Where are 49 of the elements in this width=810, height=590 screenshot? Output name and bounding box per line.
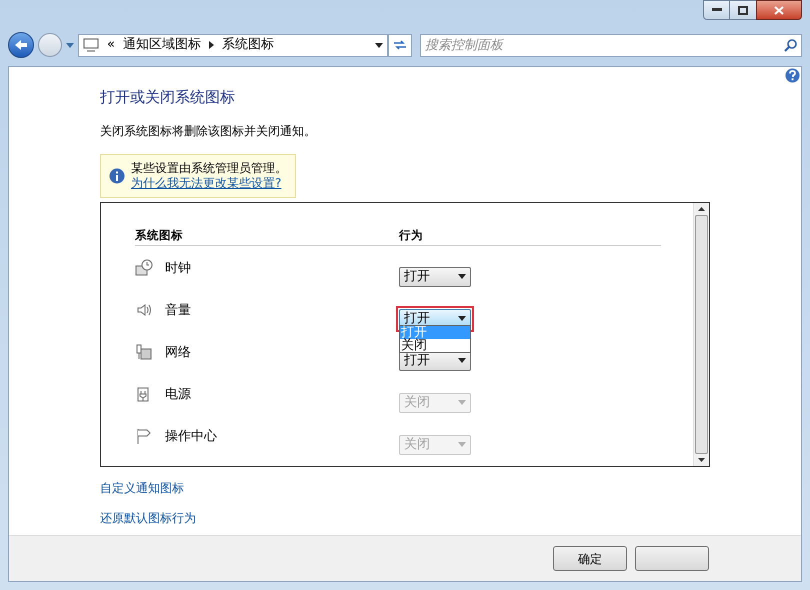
page-heading: 打开或关闭系统图标 <box>100 87 236 108</box>
dropdown-arrow-icon <box>458 358 466 364</box>
icon-name: 时钟 <box>165 260 192 278</box>
dropdown-arrow-icon <box>458 442 466 448</box>
back-button[interactable] <box>8 32 34 58</box>
icon-name: 音量 <box>165 302 192 320</box>
address-bar[interactable]: « 通知区域图标 系统图标 <box>78 34 388 56</box>
network-icon <box>135 342 153 361</box>
notice-link[interactable]: 为什么我无法更改某些设置? <box>131 176 287 190</box>
help-icon[interactable] <box>785 68 800 83</box>
close-button[interactable] <box>756 0 802 20</box>
search-icon <box>784 38 797 52</box>
column-header: 系统图标 <box>135 226 184 244</box>
minimize-icon <box>712 8 722 12</box>
refresh-icon <box>393 39 407 51</box>
clock-icon <box>135 258 153 277</box>
minimize-button[interactable] <box>703 0 730 20</box>
notice-text: 某些设置由系统管理员管理。 <box>131 160 287 176</box>
flag-icon <box>135 426 153 445</box>
icon-name: 操作中心 <box>165 428 218 446</box>
icon-name: 电源 <box>165 386 192 404</box>
settings-link[interactable]: 自定义通知图标 <box>100 478 184 496</box>
scroll-up-icon[interactable] <box>698 206 705 210</box>
history-caret-icon <box>66 42 74 48</box>
icon-name: 网络 <box>165 344 192 362</box>
refresh-button[interactable] <box>388 34 412 56</box>
maximize-icon <box>738 6 748 14</box>
column-header: 行为 <box>399 226 423 244</box>
info-icon <box>109 168 125 184</box>
ok-button[interactable]: 确定 <box>553 546 627 571</box>
search-field[interactable]: 搜索控制面板 <box>420 34 802 56</box>
breadcrumb-overflow[interactable]: « <box>107 35 115 55</box>
dropdown-arrow-icon <box>458 316 466 322</box>
scroll-thumb[interactable] <box>695 214 708 454</box>
button[interactable] <box>635 546 709 571</box>
scroll-down-icon[interactable] <box>698 458 705 462</box>
close-icon <box>774 6 784 14</box>
breadcrumb-item[interactable]: 通知区域图标 <box>122 35 201 55</box>
behavior-dropdown[interactable]: 打开 <box>399 266 471 287</box>
dropdown-caret-icon <box>375 42 383 48</box>
back-arrow-icon <box>14 39 28 51</box>
breadcrumb-item[interactable]: 系统图标 <box>222 35 274 55</box>
dropdown-arrow-icon <box>458 400 466 406</box>
maximize-button[interactable] <box>730 0 756 20</box>
description-text: 关闭系统图标将删除该图标并关闭通知。 <box>100 122 317 140</box>
dropdown-arrow-icon <box>458 274 466 280</box>
computer-icon <box>83 38 99 52</box>
settings-link[interactable]: 还原默认图标行为 <box>100 508 196 526</box>
breadcrumb-separator-icon <box>208 41 214 49</box>
